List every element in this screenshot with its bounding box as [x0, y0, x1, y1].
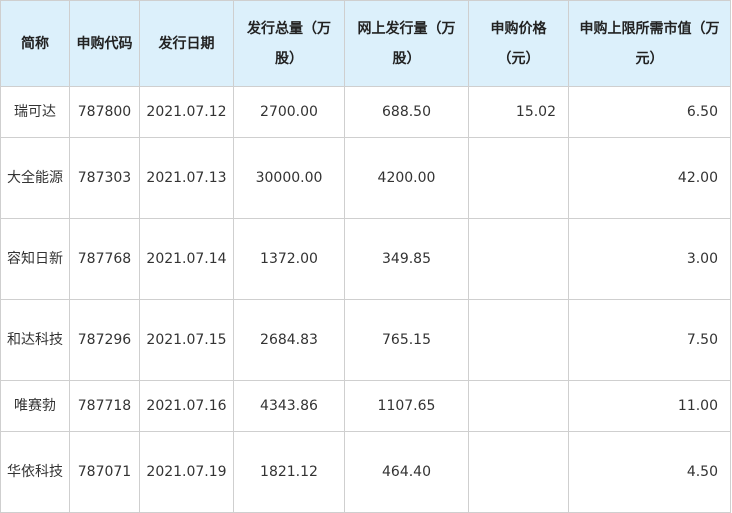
table-row: 唯赛勃 787718 2021.07.16 4343.86 1107.65 11… — [0, 380, 731, 432]
cell-online: 765.15 — [344, 299, 469, 381]
cell-market-cap: 42.00 — [568, 137, 731, 219]
cell-online: 464.40 — [344, 431, 469, 513]
cell-date: 2021.07.19 — [139, 431, 234, 513]
header-price: 申购价格（元） — [468, 0, 569, 87]
cell-name: 华依科技 — [0, 431, 70, 513]
header-market-cap: 申购上限所需市值（万元） — [568, 0, 731, 87]
cell-date: 2021.07.12 — [139, 86, 234, 138]
cell-total: 1821.12 — [233, 431, 345, 513]
cell-date: 2021.07.16 — [139, 380, 234, 432]
cell-code: 787800 — [69, 86, 140, 138]
cell-total: 2700.00 — [233, 86, 345, 138]
cell-online: 349.85 — [344, 218, 469, 300]
cell-price — [468, 431, 569, 513]
cell-code: 787718 — [69, 380, 140, 432]
cell-total: 2684.83 — [233, 299, 345, 381]
header-online: 网上发行量（万股） — [344, 0, 469, 87]
cell-online: 1107.65 — [344, 380, 469, 432]
header-total: 发行总量（万股） — [233, 0, 345, 87]
ipo-subscription-table: 简称 申购代码 发行日期 发行总量（万股） 网上发行量（万股） 申购价格（元） … — [0, 0, 731, 513]
cell-market-cap: 11.00 — [568, 380, 731, 432]
header-row: 简称 申购代码 发行日期 发行总量（万股） 网上发行量（万股） 申购价格（元） … — [0, 0, 731, 87]
table-row: 瑞可达 787800 2021.07.12 2700.00 688.50 15.… — [0, 86, 731, 138]
cell-price — [468, 137, 569, 219]
cell-total: 1372.00 — [233, 218, 345, 300]
cell-online: 4200.00 — [344, 137, 469, 219]
cell-name: 瑞可达 — [0, 86, 70, 138]
cell-code: 787303 — [69, 137, 140, 219]
cell-name: 唯赛勃 — [0, 380, 70, 432]
header-code: 申购代码 — [69, 0, 140, 87]
cell-market-cap: 4.50 — [568, 431, 731, 513]
table-body: 瑞可达 787800 2021.07.12 2700.00 688.50 15.… — [0, 86, 731, 513]
cell-code: 787071 — [69, 431, 140, 513]
cell-date: 2021.07.14 — [139, 218, 234, 300]
cell-online: 688.50 — [344, 86, 469, 138]
cell-total: 30000.00 — [233, 137, 345, 219]
table-row: 容知日新 787768 2021.07.14 1372.00 349.85 3.… — [0, 218, 731, 300]
table-row: 华依科技 787071 2021.07.19 1821.12 464.40 4.… — [0, 431, 731, 513]
cell-market-cap: 7.50 — [568, 299, 731, 381]
cell-date: 2021.07.15 — [139, 299, 234, 381]
header-date: 发行日期 — [139, 0, 234, 87]
cell-market-cap: 6.50 — [568, 86, 731, 138]
cell-code: 787296 — [69, 299, 140, 381]
cell-price — [468, 380, 569, 432]
table-header: 简称 申购代码 发行日期 发行总量（万股） 网上发行量（万股） 申购价格（元） … — [0, 0, 731, 87]
cell-name: 容知日新 — [0, 218, 70, 300]
cell-date: 2021.07.13 — [139, 137, 234, 219]
cell-price — [468, 299, 569, 381]
cell-price — [468, 218, 569, 300]
cell-total: 4343.86 — [233, 380, 345, 432]
cell-market-cap: 3.00 — [568, 218, 731, 300]
table-row: 大全能源 787303 2021.07.13 30000.00 4200.00 … — [0, 137, 731, 219]
header-name: 简称 — [0, 0, 70, 87]
table-row: 和达科技 787296 2021.07.15 2684.83 765.15 7.… — [0, 299, 731, 381]
cell-name: 大全能源 — [0, 137, 70, 219]
cell-name: 和达科技 — [0, 299, 70, 381]
cell-price: 15.02 — [468, 86, 569, 138]
cell-code: 787768 — [69, 218, 140, 300]
